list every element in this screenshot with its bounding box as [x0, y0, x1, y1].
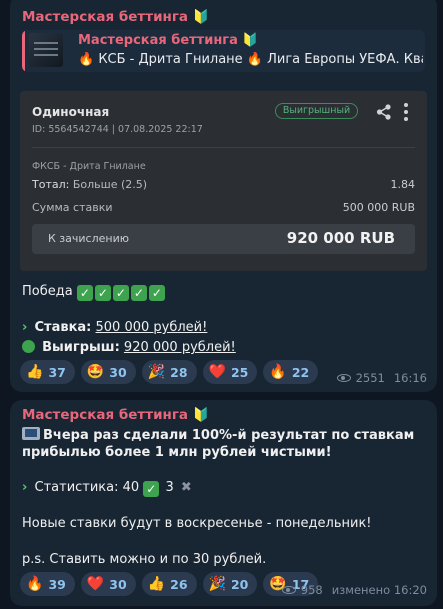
view-count: 958 — [300, 583, 323, 597]
reaction-thumbs-up[interactable]: 👍 26 — [141, 572, 197, 596]
beginner-badge-icon: 🔰 — [192, 407, 210, 423]
share-icon — [376, 104, 391, 120]
more-options-icon — [401, 103, 411, 123]
thumbs-up-icon: 👍 — [147, 576, 166, 592]
check-icon: ✓ — [112, 285, 129, 301]
message-meta: 958 изменено 16:20 — [281, 583, 427, 597]
status-badge: Выигрышный — [275, 103, 358, 119]
reply-text: 🔥 КСБ - Дрита Гнилане 🔥 Лига Европы УЕФА… — [78, 52, 423, 67]
check-icon: ✓ — [148, 285, 165, 301]
sender-name-text: Мастерская беттинга — [22, 407, 189, 423]
star-struck-icon: 🤩 — [86, 364, 105, 380]
fire-icon: 🔥 — [26, 576, 44, 592]
stake-row: Сумма ставки 500 000 RUB — [32, 201, 415, 214]
reaction-fire[interactable]: 🔥 39 — [20, 572, 75, 596]
reaction-party-popper[interactable]: 🎉 20 — [202, 572, 258, 596]
party-popper-icon: 🎉 — [208, 576, 226, 592]
payout-amount: 920 000 RUB — [286, 229, 395, 247]
reactions-bar: 🔥 39 ❤️ 30 👍 26 🎉 20 🤩 17 — [20, 572, 319, 596]
reply-title: Мастерская беттинга 🔰 — [78, 33, 259, 48]
schedule-line: Новые ставки будут в воскресенье - понед… — [22, 516, 372, 531]
event-name: ФКСБ - Дрита Гнилане — [32, 161, 146, 172]
thumbs-up-icon: 👍 — [26, 364, 44, 380]
check-icon: ✓ — [76, 285, 93, 301]
check-icon: ✓ — [130, 285, 147, 301]
sender-name[interactable]: Мастерская беттинга 🔰 — [22, 9, 210, 25]
stake-amount: 500 000 RUB — [342, 201, 415, 214]
fire-icon: 🔥 — [269, 364, 287, 380]
ps-line: p.s. Ставить можно и по 30 рублей. — [22, 552, 267, 567]
timestamp: изменено 16:20 — [331, 583, 427, 597]
reaction-fire[interactable]: 🔥 22 — [263, 360, 319, 384]
bet-screenshot[interactable]: Одиночная ID: 5564542744 | 07.08.2025 22… — [20, 91, 427, 271]
reply-preview[interactable]: Мастерская беттинга 🔰 🔥 КСБ - Дрита Гнил… — [22, 30, 425, 72]
reactions-bar: 👍 37 🤩 30 🎉 28 ❤️ 25 🔥 22 — [20, 360, 319, 384]
message-bubble[interactable]: Мастерская беттинга 🔰 Мастерская беттинг… — [10, 0, 437, 392]
green-circle-icon — [22, 340, 35, 353]
party-popper-icon: 🎉 — [147, 364, 166, 380]
reaction-heart[interactable]: ❤️ 30 — [80, 572, 136, 596]
stake-line: › Ставка: 500 000 рублей! — [22, 320, 208, 335]
total-row: Тотал: Больше (2.5) 1.84 — [32, 178, 415, 191]
reaction-thumbs-up[interactable]: 👍 37 — [20, 360, 75, 384]
check-icon: ✓ — [94, 285, 111, 301]
win-amount-line: Выигрыш: 920 000 рублей! — [22, 340, 236, 355]
chevron-icon: › — [22, 320, 28, 335]
headline-line-1: Вчера раз сделали 100%-й результат по ст… — [22, 427, 414, 443]
view-count: 2551 — [355, 371, 385, 385]
chevron-icon: › — [22, 480, 28, 495]
laptop-icon — [22, 427, 40, 440]
views-eye-icon — [281, 586, 296, 594]
stats-line: › Статистика: 40 ✓ 3 ✖ — [22, 480, 192, 497]
beginner-badge-icon: 🔰 — [192, 9, 210, 25]
headline-line-2: прибылью более 1 млн рублей чистыми! — [22, 445, 332, 460]
reply-accent-bar — [22, 30, 25, 72]
sender-name[interactable]: Мастерская беттинга 🔰 — [22, 407, 210, 423]
sender-name-text: Мастерская беттинга — [22, 9, 189, 25]
reply-thumbnail — [29, 33, 63, 67]
message-meta: 2551 16:16 — [336, 371, 427, 385]
views-eye-icon — [336, 374, 351, 382]
bet-type: Одиночная — [32, 105, 110, 119]
message-bubble[interactable]: Мастерская беттинга 🔰 Вчера раз сделали … — [10, 400, 437, 606]
timestamp: 16:16 — [393, 371, 427, 385]
win-line: Победа ✓ ✓ ✓ ✓ ✓ — [22, 284, 167, 301]
odds-value: 1.84 — [390, 178, 416, 191]
heart-icon: ❤️ — [208, 364, 226, 380]
reaction-heart[interactable]: ❤️ 25 — [202, 360, 258, 384]
reaction-star-struck[interactable]: 🤩 30 — [80, 360, 136, 384]
card-divider — [32, 147, 415, 148]
check-icon: ✓ — [143, 481, 160, 497]
reaction-party-popper[interactable]: 🎉 28 — [141, 360, 197, 384]
cross-icon: ✖ — [180, 480, 192, 495]
heart-icon: ❤️ — [86, 576, 105, 592]
bet-id-date: ID: 5564542744 | 07.08.2025 22:17 — [32, 124, 203, 135]
payout-row: К зачислению 920 000 RUB — [32, 224, 415, 254]
beginner-badge-icon: 🔰 — [242, 33, 259, 48]
